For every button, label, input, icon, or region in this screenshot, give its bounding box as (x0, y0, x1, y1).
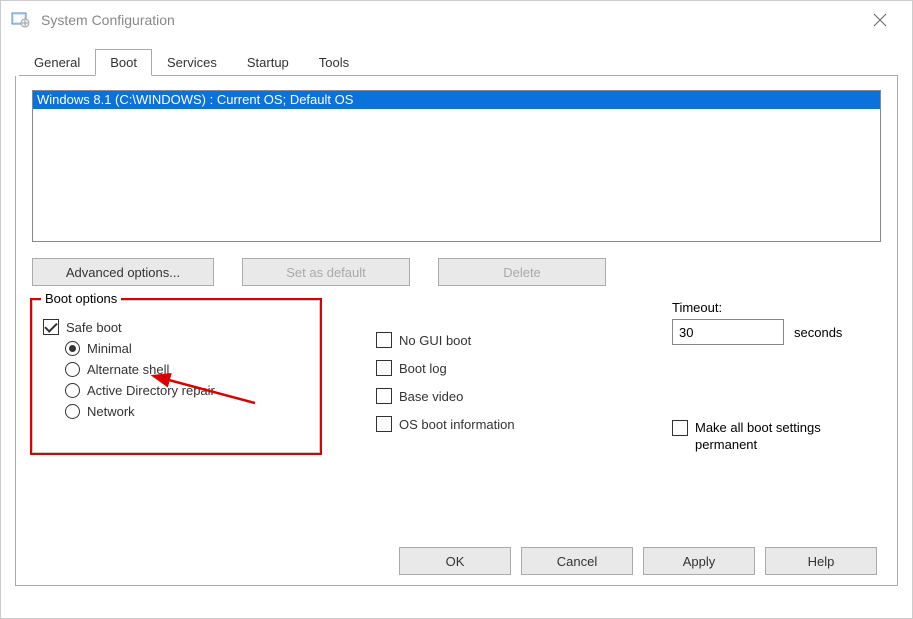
apply-button[interactable]: Apply (643, 547, 755, 575)
no-gui-checkbox-row[interactable]: No GUI boot (376, 332, 515, 348)
tab-boot[interactable]: Boot (95, 49, 152, 76)
alt-shell-radio[interactable] (65, 362, 80, 377)
cancel-button[interactable]: Cancel (521, 547, 633, 575)
boot-options-legend: Boot options (41, 291, 121, 306)
extra-options-col: No GUI boot Boot log Base video OS boot … (320, 300, 515, 453)
tab-tools[interactable]: Tools (304, 49, 364, 76)
tab-startup[interactable]: Startup (232, 49, 304, 76)
tab-strip: General Boot Services Startup Tools (1, 39, 912, 76)
minimal-radio[interactable] (65, 341, 80, 356)
set-default-button: Set as default (242, 258, 410, 286)
permanent-checkbox-row[interactable]: Make all boot settings permanent (672, 419, 865, 453)
window-title: System Configuration (41, 12, 858, 28)
tab-content: Windows 8.1 (C:\WINDOWS) : Current OS; D… (15, 76, 898, 586)
close-button[interactable] (858, 5, 902, 35)
timeout-input[interactable] (672, 319, 784, 345)
minimal-radio-row[interactable]: Minimal (43, 341, 309, 356)
system-configuration-window: System Configuration General Boot Servic… (0, 0, 913, 619)
tab-general[interactable]: General (19, 49, 95, 76)
safe-boot-checkbox-row[interactable]: Safe boot (43, 319, 309, 335)
delete-button: Delete (438, 258, 606, 286)
permanent-checkbox[interactable] (672, 420, 688, 436)
base-video-checkbox-row[interactable]: Base video (376, 388, 515, 404)
minimal-label: Minimal (87, 341, 132, 356)
network-radio[interactable] (65, 404, 80, 419)
os-info-label: OS boot information (399, 417, 515, 432)
os-entry-selected[interactable]: Windows 8.1 (C:\WINDOWS) : Current OS; D… (33, 91, 880, 109)
no-gui-label: No GUI boot (399, 333, 471, 348)
boot-options-group: Boot options Safe boot Minimal Alternate… (32, 300, 320, 453)
os-info-checkbox-row[interactable]: OS boot information (376, 416, 515, 432)
os-button-row: Advanced options... Set as default Delet… (32, 258, 881, 286)
network-radio-row[interactable]: Network (43, 404, 309, 419)
titlebar: System Configuration (1, 1, 912, 39)
tab-services[interactable]: Services (152, 49, 232, 76)
base-video-checkbox[interactable] (376, 388, 392, 404)
no-gui-checkbox[interactable] (376, 332, 392, 348)
permanent-label: Make all boot settings permanent (695, 419, 865, 453)
os-info-checkbox[interactable] (376, 416, 392, 432)
base-video-label: Base video (399, 389, 463, 404)
ad-repair-radio-row[interactable]: Active Directory repair (43, 383, 309, 398)
timeout-col: Timeout: seconds Make all boot settings … (672, 300, 881, 453)
lower-panel: Boot options Safe boot Minimal Alternate… (32, 300, 881, 453)
safe-boot-label: Safe boot (66, 320, 122, 335)
alt-shell-label: Alternate shell (87, 362, 169, 377)
help-button[interactable]: Help (765, 547, 877, 575)
timeout-label: Timeout: (672, 300, 865, 315)
os-list[interactable]: Windows 8.1 (C:\WINDOWS) : Current OS; D… (32, 90, 881, 242)
boot-log-checkbox-row[interactable]: Boot log (376, 360, 515, 376)
dialog-buttons: OK Cancel Apply Help (399, 547, 877, 575)
app-icon (11, 10, 31, 30)
alt-shell-radio-row[interactable]: Alternate shell (43, 362, 309, 377)
network-label: Network (87, 404, 135, 419)
advanced-options-button[interactable]: Advanced options... (32, 258, 214, 286)
safe-boot-checkbox[interactable] (43, 319, 59, 335)
boot-log-label: Boot log (399, 361, 447, 376)
timeout-unit: seconds (794, 325, 842, 340)
ok-button[interactable]: OK (399, 547, 511, 575)
ad-repair-radio[interactable] (65, 383, 80, 398)
boot-log-checkbox[interactable] (376, 360, 392, 376)
ad-repair-label: Active Directory repair (87, 383, 215, 398)
